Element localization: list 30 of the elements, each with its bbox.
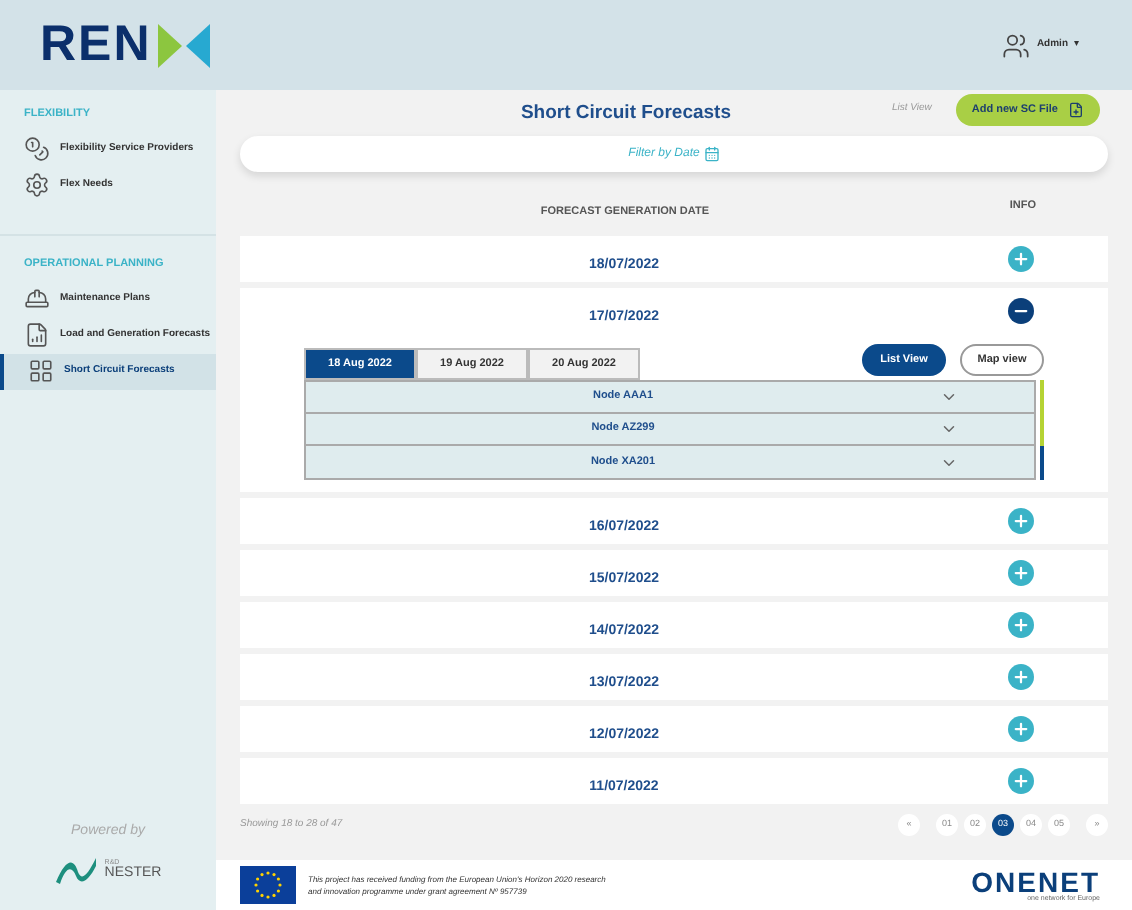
grid-icon (28, 358, 54, 384)
brand-logo: ONENET (971, 867, 1100, 896)
collapse-button[interactable] (1008, 298, 1034, 324)
expand-button[interactable] (1008, 612, 1034, 638)
plus-icon (1012, 772, 1030, 790)
hard-hat-icon (24, 286, 50, 312)
plus-icon (1012, 512, 1030, 530)
expand-button[interactable] (1008, 768, 1034, 794)
plus-icon (1012, 250, 1030, 268)
scrollbar (1040, 380, 1044, 480)
plus-icon (1012, 668, 1030, 686)
plus-icon (1012, 720, 1030, 738)
expand-button[interactable] (1008, 716, 1034, 742)
expand-button[interactable] (1008, 560, 1034, 586)
expand-button[interactable] (1008, 246, 1034, 272)
page-title: Short Circuit Forecasts (520, 102, 732, 124)
eu-flag-icon (240, 866, 296, 904)
chart-file-icon (24, 322, 50, 348)
users-icon (1002, 31, 1031, 59)
logo-mark-icon (157, 23, 210, 67)
gear-icon (24, 171, 50, 198)
logo-text: REN (40, 13, 152, 76)
expand-button[interactable] (1008, 508, 1034, 534)
coins-icon (24, 135, 50, 162)
plus-icon (1012, 616, 1030, 634)
file-plus-icon (1068, 102, 1084, 118)
wave-logo-icon (54, 854, 99, 886)
expand-button[interactable] (1008, 664, 1034, 690)
plus-icon (1012, 564, 1030, 582)
calendar-icon (703, 146, 720, 162)
